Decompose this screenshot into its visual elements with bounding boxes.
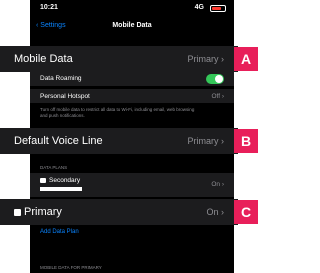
primary-plan-row[interactable]: Primary On › [0,199,238,225]
callout-b-badge: B [234,129,258,153]
data-roaming-label: Data Roaming [40,75,82,82]
status-network: 4G [194,4,204,11]
secondary-plan-row[interactable]: Secondary On › [30,173,234,197]
mobile-data-value: Primary › [187,54,225,64]
callout-a-badge: A [234,47,258,71]
mobile-data-label: Mobile Data [14,53,73,65]
data-roaming-row[interactable]: Data Roaming [30,72,234,86]
status-time: 10:21 [40,4,58,11]
nav-bar: ‹ Settings Mobile Data [30,18,234,38]
default-voice-line-label: Default Voice Line [14,135,103,147]
primary-plan-value: On › [206,207,224,217]
battery-icon [210,5,226,12]
sim-icon [40,177,46,183]
status-bar: 10:21 4G [30,0,234,18]
page-title: Mobile Data [112,22,152,29]
add-data-plan-link[interactable]: Add Data Plan [40,229,79,235]
callout-c-badge: C [234,200,258,224]
secondary-plan-number-redacted [40,187,82,191]
data-plans-header: DATA PLANS [40,165,68,170]
mobile-data-for-primary-header: MOBILE DATA FOR PRIMARY [40,265,102,270]
default-voice-line-value: Primary › [187,136,225,146]
secondary-plan-label: Secondary [40,177,80,184]
data-roaming-toggle[interactable] [206,74,224,84]
sim-icon [14,208,21,216]
default-voice-line-row[interactable]: Default Voice Line Primary › [0,128,238,154]
mobile-data-row[interactable]: Mobile Data Primary › [0,46,238,72]
personal-hotspot-value: Off › [211,93,224,100]
personal-hotspot-label: Personal Hotspot [40,93,90,100]
primary-plan-label: Primary [14,206,62,218]
mobile-data-note: Turn off mobile data to restrict all dat… [40,107,195,118]
secondary-plan-value: On › [211,181,224,188]
personal-hotspot-row[interactable]: Personal Hotspot Off › [30,89,234,103]
